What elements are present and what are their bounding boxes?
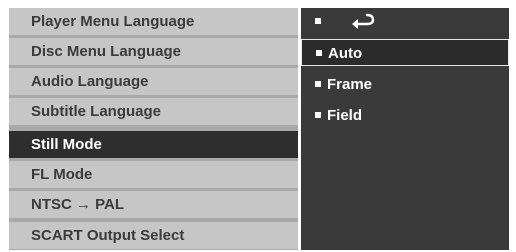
- bullet-icon: [315, 112, 321, 119]
- menu-item-label: Disc Menu Language: [31, 43, 182, 60]
- menu-item-still-mode[interactable]: Still Mode: [9, 131, 298, 158]
- menu-item-label: Audio Language: [31, 73, 149, 90]
- menu-item-label: SCART Output Select: [31, 227, 185, 244]
- menu-item-label: NTSC → PAL: [31, 196, 125, 213]
- menu-item-audio-language[interactable]: Audio Language: [9, 68, 298, 95]
- option-field[interactable]: Field: [301, 102, 509, 129]
- option-label: Frame: [327, 76, 373, 93]
- setup-menu-screen: Player Menu Language Disc Menu Language …: [0, 0, 516, 252]
- menu-item-subtitle-language[interactable]: Subtitle Language: [9, 98, 298, 125]
- menu-item-scart-output-select[interactable]: SCART Output Select: [9, 222, 298, 249]
- menu-item-player-menu-language[interactable]: Player Menu Language: [9, 8, 298, 35]
- menu-item-label: FL Mode: [31, 166, 93, 183]
- menu-item-label: Player Menu Language: [31, 13, 195, 30]
- menu-item-label: Still Mode: [31, 136, 102, 153]
- options-panel: Auto Frame Field: [301, 8, 509, 250]
- option-frame[interactable]: Frame: [301, 71, 509, 98]
- return-arrow-icon: [352, 13, 375, 29]
- option-auto[interactable]: Auto: [301, 39, 509, 66]
- menu-item-fl-mode[interactable]: FL Mode: [9, 161, 298, 188]
- settings-menu: Player Menu Language Disc Menu Language …: [9, 8, 298, 250]
- bullet-icon: [316, 50, 322, 57]
- option-label: Field: [327, 107, 363, 124]
- menu-item-ntsc-pal[interactable]: NTSC → PAL: [9, 191, 298, 218]
- bullet-icon: [315, 81, 321, 88]
- return-option[interactable]: [301, 8, 509, 35]
- bullet-icon: [315, 18, 321, 25]
- option-label: Auto: [328, 45, 363, 62]
- menu-item-disc-menu-language[interactable]: Disc Menu Language: [9, 38, 298, 65]
- menu-item-label: Subtitle Language: [31, 103, 162, 120]
